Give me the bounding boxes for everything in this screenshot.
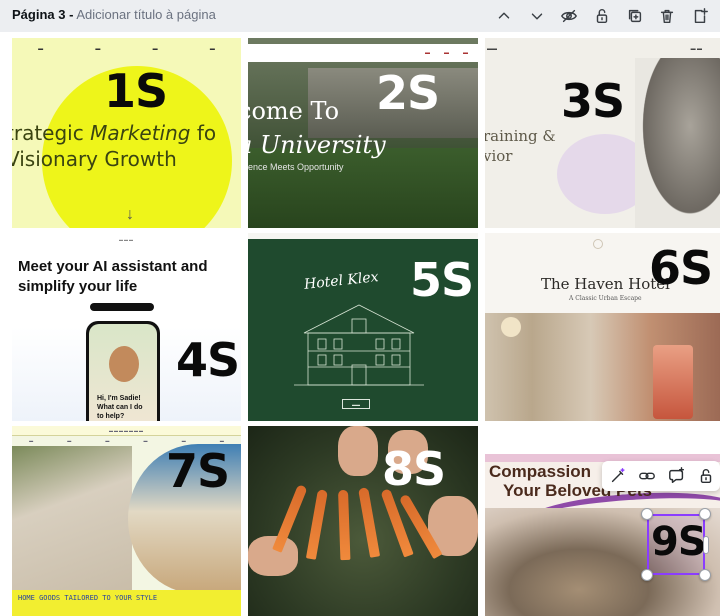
hotel-crest-icon	[593, 239, 603, 249]
add-page-button[interactable]	[690, 6, 710, 26]
down-arrow-icon: ↓	[126, 206, 134, 223]
tile-number-label: 2S	[376, 66, 440, 120]
site-nav: ▬▬ ▬ ▬	[487, 46, 702, 52]
move-page-down-button[interactable]	[527, 6, 547, 26]
site-nav: ▬ ▬ ▬ ▬	[38, 46, 215, 52]
site-nav: ▬▬▬	[248, 44, 478, 62]
magic-edit-button[interactable]	[609, 467, 627, 485]
lock-icon	[596, 9, 608, 24]
hero-subtitle: A Classic Urban Escape	[569, 295, 642, 302]
resize-handle-bottom-right[interactable]	[699, 569, 711, 581]
hero-subtitle: ence Meets Opportunity	[248, 162, 344, 172]
tagline-bar: HOME GOODS TAILORED TO YOUR STYLE	[12, 590, 241, 616]
template-tile-5[interactable]: Hotel Klex ▬▬ 5S	[248, 233, 478, 421]
resize-handle-top-right[interactable]	[699, 508, 711, 520]
template-tile-1[interactable]: ▬ ▬ ▬ ▬ trategic Marketing fo Visionary Gro…	[12, 38, 241, 228]
design-canvas[interactable]: ▬ ▬ ▬ ▬ trategic Marketing fo Visionary Gro…	[0, 32, 720, 616]
carrot-shape	[305, 489, 328, 560]
template-tile-8[interactable]: 8S	[248, 426, 478, 616]
tile-number-label: 3S	[561, 74, 625, 128]
hero-headline: raining & vior	[485, 127, 556, 165]
duplicate-icon	[628, 9, 642, 23]
phone-mockup: Hi, I'm Sadie! What can I do to help?	[86, 321, 160, 421]
site-nav: ▬ ▬ ▬ ▬ ▬ ▬	[29, 438, 224, 443]
hand-shape	[338, 426, 378, 476]
cta-pill	[90, 303, 154, 311]
link-icon	[639, 472, 655, 480]
canva-page-view: Página 3 - Adicionar título à página ▬ ▬…	[0, 0, 720, 616]
tile-number-label: 7S	[166, 444, 230, 498]
element-mini-toolbar	[602, 461, 720, 491]
comment-button[interactable]	[668, 467, 686, 485]
lock-page-button[interactable]	[592, 6, 612, 26]
tile-number-label: 9S	[651, 519, 707, 565]
hotel-line-drawing	[294, 304, 424, 386]
resize-handle-bottom-left[interactable]	[641, 569, 653, 581]
add-page-icon	[694, 8, 708, 24]
link-button[interactable]	[638, 467, 656, 485]
move-page-up-button[interactable]	[494, 6, 514, 26]
delete-page-button[interactable]	[657, 6, 677, 26]
phone-screen: Hi, I'm Sadie! What can I do to help?	[89, 324, 157, 421]
comment-icon	[669, 467, 685, 484]
page-title: Página 3 - Adicionar título à página	[12, 7, 216, 22]
hero-headline: trategic Marketing fo Visionary Growth	[12, 121, 217, 171]
template-tile-3[interactable]: ▬▬ ▬ ▬ raining & vior 3S	[485, 38, 720, 228]
template-tile-4[interactable]: ▬▬▬ Meet your AI assistant and simplify …	[12, 233, 241, 421]
hero-headline: come To a University	[248, 97, 386, 159]
cta-button: ▬▬	[342, 399, 370, 409]
hero-headline: Hotel Klex	[303, 269, 380, 293]
carrot-shape	[338, 489, 351, 561]
hero-headline: Meet your AI assistant and simplify your…	[18, 258, 208, 295]
magic-edit-icon	[611, 468, 625, 483]
page-header: Página 3 - Adicionar título à página	[0, 0, 720, 32]
chat-greeting: Hi, I'm Sadie! What can I do to help?	[97, 395, 143, 420]
resize-handle-right[interactable]	[703, 536, 709, 554]
drink-glass-shape	[653, 345, 693, 419]
duplicate-page-button[interactable]	[625, 6, 645, 26]
chevron-down-icon	[531, 13, 543, 20]
tile-number-label: 1S	[104, 64, 168, 118]
tile-number-label: 8S	[382, 442, 446, 496]
tile-number-label: 5S	[410, 253, 474, 307]
lamp-shape	[501, 317, 521, 337]
hide-page-button[interactable]	[559, 6, 579, 26]
carrot-shape	[358, 487, 381, 558]
announcement-bar: ▬▬▬▬▬▬▬	[12, 426, 241, 436]
page-number: Página 3 -	[12, 7, 74, 22]
template-tile-2[interactable]: ▬ ▬ ▬ come To a University ence Meets Oppo…	[248, 38, 478, 228]
template-tile-6[interactable]: The Haven Hotel A Classic Urban Escape 6…	[485, 233, 720, 421]
site-nav: ▬▬▬	[119, 237, 134, 242]
resize-handle-top-left[interactable]	[641, 508, 653, 520]
hide-icon	[561, 9, 577, 23]
bedding-photo	[12, 446, 132, 590]
tile-number-label: 4S	[176, 333, 240, 387]
add-page-title-link[interactable]: Adicionar título à página	[76, 7, 215, 22]
avatar	[109, 346, 139, 382]
trash-icon	[660, 9, 674, 24]
tile-number-label: 6S	[649, 241, 713, 295]
cat-photo	[635, 58, 720, 228]
selected-element-frame[interactable]: 9S	[647, 514, 707, 575]
top-band	[248, 233, 478, 239]
hand-shape	[248, 536, 298, 576]
lock-element-button[interactable]	[697, 467, 715, 485]
template-tile-7[interactable]: ▬▬▬▬▬▬▬ ▬ ▬ ▬ ▬ ▬ ▬ HOME GOODS TAILORED TO YO…	[12, 426, 241, 616]
chevron-up-icon	[498, 12, 510, 19]
lock-icon	[700, 469, 712, 484]
